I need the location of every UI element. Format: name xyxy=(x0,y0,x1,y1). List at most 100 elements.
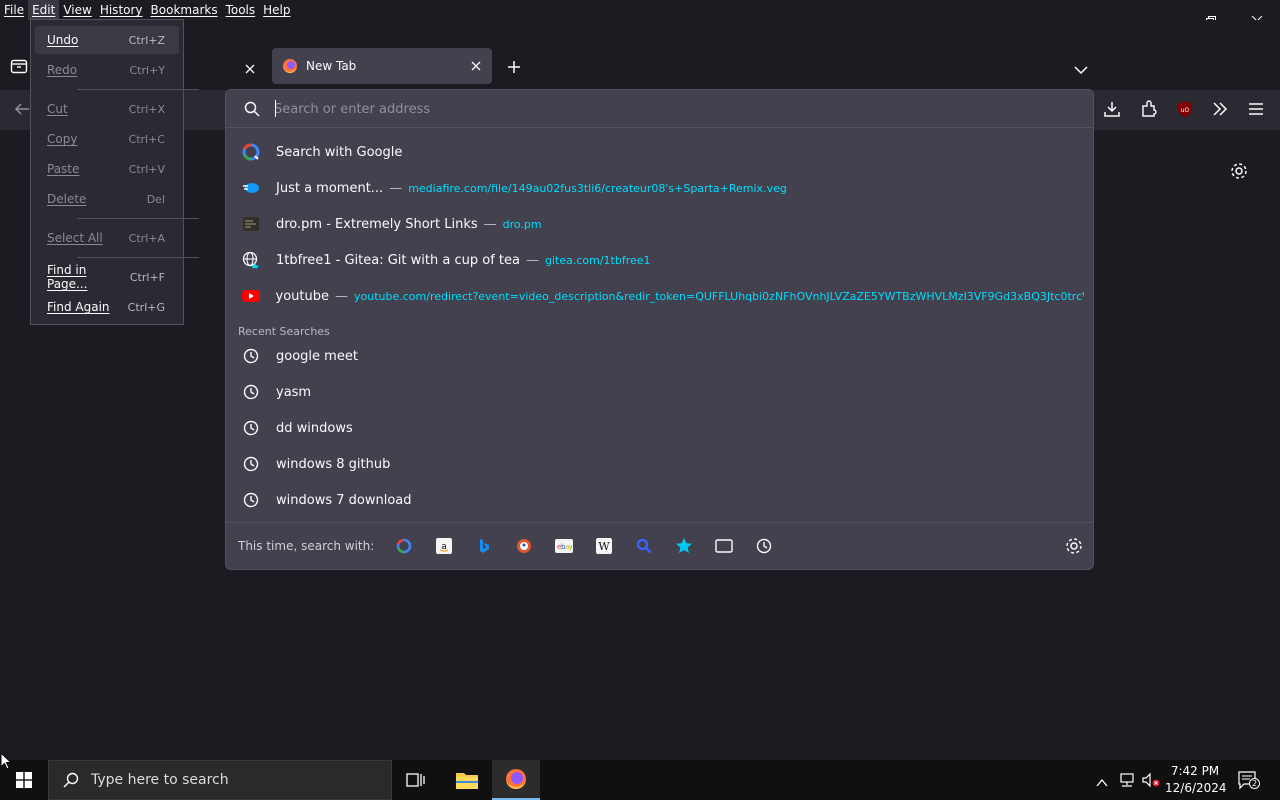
taskbar-search-box[interactable]: Type here to search xyxy=(48,760,392,800)
recent-search-text: windows 8 github xyxy=(276,456,391,472)
menu-tools[interactable]: Tools xyxy=(222,0,260,20)
engine-google-button[interactable] xyxy=(388,531,420,561)
star-icon xyxy=(676,538,693,553)
duckduckgo-icon xyxy=(517,539,532,553)
suggestion-row[interactable]: Search with Google xyxy=(234,135,1084,169)
clock-icon xyxy=(243,420,259,436)
engine-wikipedia-button[interactable]: W xyxy=(588,531,620,561)
wikipedia-icon: W xyxy=(596,538,613,554)
separator: — xyxy=(335,288,348,304)
menu-item-delete[interactable]: Delete Del xyxy=(35,185,179,213)
history-button[interactable] xyxy=(748,531,780,561)
task-view-button[interactable] xyxy=(406,771,426,793)
ublock-icon: uO xyxy=(1178,101,1192,117)
menu-item-cut[interactable]: Cut Ctrl+X xyxy=(35,95,179,123)
engine-ebay-button[interactable]: ebay xyxy=(548,531,580,561)
app-menu-button[interactable] xyxy=(1248,100,1264,122)
list-all-tabs-button[interactable] xyxy=(1074,60,1088,79)
urlbar xyxy=(226,90,1093,128)
menu-item-undo[interactable]: Undo Ctrl+Z xyxy=(35,26,179,54)
close-prev-tab-button[interactable] xyxy=(244,60,256,79)
recent-search-row[interactable]: windows 7 download xyxy=(234,483,1084,517)
gear-icon xyxy=(1066,538,1082,554)
close-tab-icon[interactable] xyxy=(470,60,482,72)
urlbar-dropdown: Search with Google Just a moment... — me… xyxy=(225,89,1094,570)
search-icon xyxy=(637,538,652,554)
menu-item-label: Paste xyxy=(47,162,80,176)
suggestion-row[interactable]: 1tbfree1 - Gitea: Git with a cup of tea … xyxy=(234,243,1084,277)
firefox-view-button[interactable] xyxy=(10,58,28,78)
notification-count: 2 xyxy=(1249,778,1260,789)
taskbar-search-placeholder: Type here to search xyxy=(91,772,229,788)
mediafire-icon xyxy=(243,183,259,193)
firefox-view-icon xyxy=(10,59,28,74)
menu-edit[interactable]: Edit xyxy=(28,0,60,20)
menu-item-label: Find Again xyxy=(47,300,110,314)
menu-item-redo[interactable]: Redo Ctrl+Y xyxy=(35,56,179,84)
clock-icon xyxy=(243,492,259,508)
notifications-button[interactable]: 2 xyxy=(1238,770,1260,794)
page-settings-button[interactable] xyxy=(1230,162,1248,184)
mouse-cursor-icon xyxy=(0,752,12,770)
volume-button[interactable] xyxy=(1142,772,1160,792)
firefox-icon xyxy=(283,59,297,73)
engine-duckduckgo-button[interactable] xyxy=(508,531,540,561)
suggestion-row[interactable]: youtube — youtube.com/redirect?event=vid… xyxy=(234,279,1084,313)
address-input[interactable] xyxy=(274,99,1054,119)
menu-item-shortcut: Del xyxy=(146,192,165,206)
suggestion-url: gitea.com/1tbfree1 xyxy=(544,253,651,267)
menu-file[interactable]: File xyxy=(0,0,28,20)
recent-search-row[interactable]: google meet xyxy=(234,339,1084,373)
overflow-button[interactable] xyxy=(1211,100,1229,122)
tab-new-tab[interactable]: New Tab xyxy=(272,48,492,84)
clock-icon xyxy=(243,384,259,400)
menu-item-paste[interactable]: Paste Ctrl+V xyxy=(35,155,179,183)
suggestion-row[interactable]: dro.pm - Extremely Short Links — dro.pm xyxy=(234,207,1084,241)
google-icon xyxy=(396,538,412,554)
menu-item-label: Copy xyxy=(47,132,78,146)
double-chevron-right-icon xyxy=(1213,102,1228,116)
recent-search-row[interactable]: yasm xyxy=(234,375,1084,409)
recent-search-row[interactable]: windows 8 github xyxy=(234,447,1084,481)
menu-help[interactable]: Help xyxy=(259,0,294,20)
back-button[interactable] xyxy=(14,101,30,121)
firefox-taskbar-button[interactable] xyxy=(492,760,540,800)
engine-amazon-button[interactable]: a xyxy=(428,531,460,561)
recent-search-text: dd windows xyxy=(276,420,353,436)
ebay-icon: ebay xyxy=(555,539,574,553)
recent-search-row[interactable]: dd windows xyxy=(234,411,1084,445)
menu-bookmarks[interactable]: Bookmarks xyxy=(147,0,222,20)
arrow-left-icon xyxy=(14,103,29,115)
menu-item-copy[interactable]: Copy Ctrl+C xyxy=(35,125,179,153)
menu-item-find-in-page[interactable]: Find in Page... Ctrl+F xyxy=(35,263,179,291)
extensions-button[interactable] xyxy=(1140,100,1158,122)
taskbar-clock[interactable]: 7:42 PM 12/6/2024 xyxy=(1165,763,1227,797)
menu-item-find-again[interactable]: Find Again Ctrl+G xyxy=(35,293,179,321)
menu-item-shortcut: Ctrl+A xyxy=(128,231,165,245)
menu-item-label: Redo xyxy=(47,63,78,77)
search-settings-button[interactable] xyxy=(1058,531,1090,561)
engine-search-button[interactable] xyxy=(628,531,660,561)
tray-overflow-button[interactable] xyxy=(1096,773,1108,792)
file-explorer-button[interactable] xyxy=(455,770,479,794)
hamburger-icon xyxy=(1249,103,1263,115)
menu-item-select-all[interactable]: Select All Ctrl+A xyxy=(35,224,179,252)
menu-item-label: Undo xyxy=(47,33,79,47)
suggestion-title: 1tbfree1 - Gitea: Git with a cup of tea xyxy=(276,252,520,268)
new-tab-button[interactable] xyxy=(507,59,521,78)
network-button[interactable] xyxy=(1118,772,1136,792)
tabs-button[interactable] xyxy=(708,531,740,561)
clock-time: 7:42 PM xyxy=(1170,764,1220,778)
downloads-button[interactable] xyxy=(1103,100,1121,122)
text-caret xyxy=(275,100,276,117)
suggestion-row[interactable]: Just a moment... — mediafire.com/file/14… xyxy=(234,171,1084,205)
menu-history[interactable]: History xyxy=(96,0,147,20)
menu-view[interactable]: View xyxy=(59,0,95,20)
footer-label: This time, search with: xyxy=(238,539,375,553)
suggestion-title: dro.pm - Extremely Short Links xyxy=(276,216,478,232)
ublock-button[interactable]: uO xyxy=(1176,100,1194,122)
bookmarks-button[interactable] xyxy=(668,531,700,561)
engine-bing-button[interactable] xyxy=(468,531,500,561)
search-icon xyxy=(63,772,79,788)
firefox-icon xyxy=(506,769,526,789)
